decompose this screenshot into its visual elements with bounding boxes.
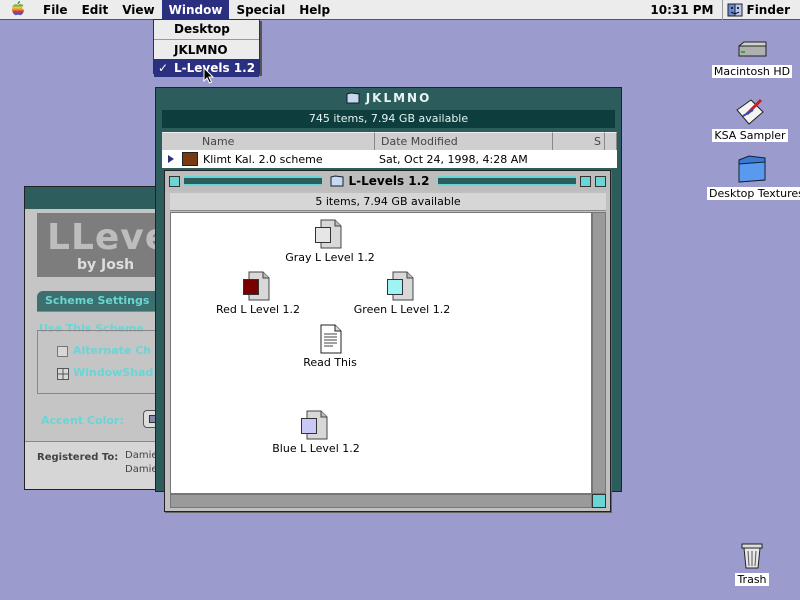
desktop-icon-trash[interactable]: Trash [707,538,797,586]
resize-grow-box[interactable] [592,494,606,508]
file-label: Gray L Level 1.2 [285,251,375,264]
icon-view-content: Gray L Level 1.2 Red L Level 1.2 Green L… [170,212,592,494]
apple-icon [12,0,24,15]
column-view-toggle[interactable] [605,132,617,150]
accent-color-label: Accent Color: [41,414,124,427]
scheme-window-titlebar[interactable] [25,187,163,209]
scheme-window: LLeve by Josh Scheme Settings Use This S… [24,186,171,490]
desktop-icon-desktop-textures[interactable]: Desktop Textures [707,154,800,200]
color-swatch [243,279,259,295]
menu-file[interactable]: File [36,0,75,20]
desktop-icon-label: Desktop Textures [707,187,800,200]
menu-view[interactable]: View [115,0,161,20]
menu-separator [154,39,259,40]
document-icon [243,271,271,301]
horizontal-scrollbar[interactable] [170,494,592,508]
windowshade-option-label: WindowShad [73,366,154,379]
zoom-box[interactable] [580,175,592,187]
document-icon [387,271,415,301]
column-header-size[interactable]: S [553,132,605,150]
checkmark-icon: ✓ [158,61,169,75]
list-item[interactable]: Klimt Kal. 2.0 scheme Sat, Oct 24, 1998,… [162,150,617,168]
desktop-icon-ksa-sampler[interactable]: KSA Sampler [705,96,795,142]
use-scheme-group-box [37,330,167,394]
logo-subtext: by Josh [77,257,135,273]
registered-to-label: Registered To: [37,452,119,463]
document-icon [301,410,329,440]
finder-icon [727,3,742,17]
folder-icon [346,92,360,104]
desktop-icon-label: Macintosh HD [711,65,793,78]
list-column-headers: Name Date Modified S [162,132,617,150]
desktop-icon-label: Trash [735,573,769,586]
document-icon [315,219,343,249]
application-menu[interactable]: Finder [721,0,800,20]
scheme-file-icon [182,152,198,166]
titlebar-stripes [437,176,577,186]
color-swatch [315,227,331,243]
app-icon [736,98,764,125]
scheme-settings-panel: Use This Scheme Alternate Ch WindowShad … [37,311,167,441]
menu-edit[interactable]: Edit [75,0,116,20]
file-label: Read This [303,356,357,369]
window-menu-item-jklmno[interactable]: JKLMNO [154,41,259,59]
llevels-logo: LLeve by Josh [37,213,171,277]
file-label: Red L Level 1.2 [215,303,301,316]
apple-menu[interactable] [0,0,36,20]
color-swatch [301,418,317,434]
alternate-option-label: Alternate Ch [73,344,152,357]
llevels-window: L-Levels 1.2 5 items, 7.94 GB available … [164,170,611,512]
window-title-area: L-Levels 1.2 [326,174,433,188]
application-menu-label: Finder [746,3,791,17]
list-item-name: Klimt Kal. 2.0 scheme [203,152,323,166]
mouse-pointer-icon [203,67,215,84]
menu-bar: File Edit View Window Special Help 10:31… [0,0,800,20]
trash-icon [741,543,763,569]
file-label: Green L Level 1.2 [353,303,451,316]
close-box[interactable] [169,175,180,187]
menubar-clock[interactable]: 10:31 PM [642,3,721,17]
windowshade-toggle-icon[interactable] [57,368,69,380]
titlebar-stripes [184,176,323,186]
desktop-icon-macintosh-hd[interactable]: Macintosh HD [707,40,797,78]
jklmno-window-titlebar[interactable]: JKLMNO [156,88,621,108]
file-icon-blue[interactable]: Blue L Level 1.2 [261,410,371,455]
tab-scheme-settings[interactable]: Scheme Settings [37,291,167,311]
menu-window[interactable]: Window [161,0,230,20]
file-icon-red[interactable]: Red L Level 1.2 [203,271,313,316]
alternate-checkbox[interactable] [57,346,68,357]
desktop-icon-label: KSA Sampler [712,129,788,142]
window-menu-dropdown: Desktop JKLMNO ✓ L-Levels 1.2 [153,19,260,77]
text-document-icon [317,324,343,354]
registered-name: Damie [125,450,158,461]
list-item-date: Sat, Oct 24, 1998, 4:28 AM [379,152,528,166]
hard-drive-icon [738,41,767,57]
color-swatch [387,279,403,295]
registered-org: Damie [125,464,158,475]
folder-icon [330,175,344,187]
menu-help[interactable]: Help [292,0,337,20]
vertical-scrollbar[interactable] [592,212,606,494]
window-menu-item-desktop[interactable]: Desktop [154,20,259,38]
column-header-date-modified[interactable]: Date Modified [375,132,553,150]
window-title: L-Levels 1.2 [348,174,430,188]
window-info-bar: 5 items, 7.94 GB available [170,193,606,211]
folder-icon [738,155,766,183]
llevels-window-titlebar[interactable]: L-Levels 1.2 [165,171,610,191]
windowshade-box[interactable] [595,175,607,187]
logo-text: LLeve [47,217,171,258]
column-header-name[interactable]: Name [162,132,375,150]
registration-area: Registered To: Damie Damie [25,441,165,489]
disclosure-triangle-icon[interactable] [166,154,176,164]
file-icon-green[interactable]: Green L Level 1.2 [347,271,457,316]
file-icon-read-this[interactable]: Read This [275,324,385,369]
window-title: JKLMNO [365,91,432,105]
menu-special[interactable]: Special [229,0,292,20]
window-info-bar: 745 items, 7.94 GB available [162,110,615,128]
file-label: Blue L Level 1.2 [272,442,360,455]
file-icon-gray[interactable]: Gray L Level 1.2 [275,219,385,264]
